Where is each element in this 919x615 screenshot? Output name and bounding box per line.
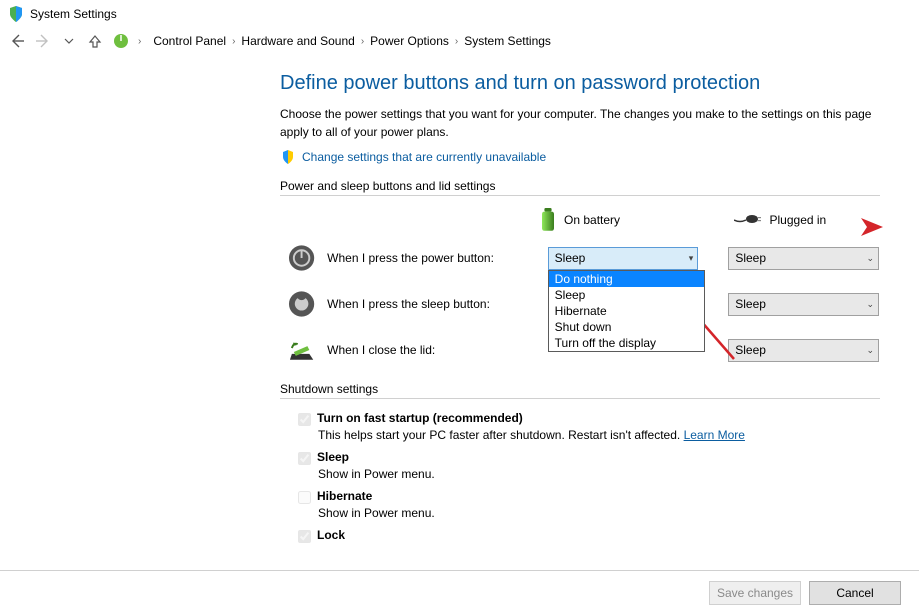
breadcrumb-sep-icon: › (138, 36, 141, 47)
power-button-row: When I press the power button: Sleep ▾ D… (280, 244, 879, 272)
uac-shield-icon (280, 149, 296, 165)
sleep-checkbox[interactable] (298, 452, 311, 465)
sleep-check-desc: Show in Power menu. (318, 467, 879, 481)
chevron-down-icon: ⌄ (866, 253, 874, 264)
shutdown-settings-section: Shutdown settings Turn on fast startup (… (280, 382, 879, 543)
lid-icon (288, 336, 315, 364)
dropdown-value: Sleep (735, 251, 766, 265)
breadcrumb-item[interactable]: Power Options (370, 34, 449, 48)
change-settings-row: Change settings that are currently unava… (280, 149, 879, 165)
save-changes-button[interactable]: Save changes (709, 581, 801, 605)
column-headers: On battery Plugged in (540, 208, 879, 232)
dropdown-list: Do nothing Sleep Hibernate Shut down Tur… (548, 270, 705, 352)
breadcrumb-sep: › (455, 36, 458, 47)
power-options-icon (112, 32, 130, 50)
lid-plugged-dropdown[interactable]: Sleep ⌄ (728, 339, 879, 362)
footer-bar: Save changes Cancel (0, 570, 919, 615)
power-button-icon (288, 244, 315, 272)
lock-check-label: Lock (317, 528, 345, 542)
recent-dropdown[interactable] (60, 32, 78, 50)
section-shutdown-label: Shutdown settings (280, 382, 879, 396)
divider (280, 195, 880, 196)
power-button-battery-dropdown[interactable]: Sleep ▾ Do nothing Sleep Hibernate Shut … (548, 247, 699, 270)
plugged-in-header: Plugged in (734, 213, 880, 227)
power-button-label: When I press the power button: (327, 251, 536, 265)
hibernate-checkbox[interactable] (298, 491, 311, 504)
back-button[interactable] (8, 32, 26, 50)
fast-startup-checkbox[interactable] (298, 413, 311, 426)
hibernate-check-desc: Show in Power menu. (318, 506, 879, 520)
section-power-label: Power and sleep buttons and lid settings (280, 179, 879, 193)
dropdown-option[interactable]: Do nothing (549, 271, 704, 287)
chevron-down-icon: ▾ (689, 253, 694, 264)
breadcrumb-item[interactable]: Hardware and Sound (241, 34, 354, 48)
hibernate-check-row: Hibernate (298, 489, 879, 504)
content-area: Define power buttons and turn on passwor… (0, 54, 919, 543)
lid-label: When I close the lid: (327, 343, 536, 357)
page-description: Choose the power settings that you want … (280, 105, 879, 141)
plugged-in-label: Plugged in (770, 213, 827, 227)
power-button-plugged-dropdown[interactable]: Sleep ⌄ (728, 247, 879, 270)
divider (280, 398, 880, 399)
lock-check-row: Lock (298, 528, 879, 543)
on-battery-header: On battery (540, 208, 686, 232)
breadcrumb: Control Panel › Hardware and Sound › Pow… (153, 34, 551, 48)
chevron-down-icon: ⌄ (866, 299, 874, 310)
dropdown-option[interactable]: Sleep (549, 287, 704, 303)
forward-button[interactable] (34, 32, 52, 50)
breadcrumb-sep: › (361, 36, 364, 47)
window-title: System Settings (30, 7, 117, 21)
breadcrumb-item[interactable]: System Settings (464, 34, 551, 48)
change-settings-link[interactable]: Change settings that are currently unava… (302, 150, 546, 164)
sleep-check-row: Sleep (298, 450, 879, 465)
window-titlebar: System Settings (0, 0, 919, 28)
learn-more-link[interactable]: Learn More (684, 428, 745, 442)
plug-icon (734, 213, 762, 227)
hibernate-check-label: Hibernate (317, 489, 372, 503)
sleep-button-icon (288, 290, 315, 318)
chevron-down-icon: ⌄ (866, 345, 874, 356)
battery-icon (540, 208, 556, 232)
sleep-button-label: When I press the sleep button: (327, 297, 536, 311)
page-title: Define power buttons and turn on passwor… (280, 72, 879, 95)
lock-checkbox[interactable] (298, 530, 311, 543)
cancel-button[interactable]: Cancel (809, 581, 901, 605)
dropdown-option[interactable]: Hibernate (549, 303, 704, 319)
fast-startup-label: Turn on fast startup (recommended) (317, 411, 523, 425)
on-battery-label: On battery (564, 213, 620, 227)
dropdown-value: Sleep (735, 343, 766, 357)
breadcrumb-item[interactable]: Control Panel (153, 34, 226, 48)
shield-icon (8, 6, 24, 22)
fast-startup-desc: This helps start your PC faster after sh… (318, 428, 879, 442)
dropdown-option[interactable]: Shut down (549, 319, 704, 335)
fast-startup-row: Turn on fast startup (recommended) (298, 411, 879, 426)
dropdown-value: Sleep (735, 297, 766, 311)
sleep-check-label: Sleep (317, 450, 349, 464)
breadcrumb-sep: › (232, 36, 235, 47)
dropdown-option[interactable]: Turn off the display (549, 335, 704, 351)
up-button[interactable] (86, 32, 104, 50)
navigation-bar: › Control Panel › Hardware and Sound › P… (0, 28, 919, 54)
dropdown-value: Sleep (555, 251, 586, 265)
sleep-button-plugged-dropdown[interactable]: Sleep ⌄ (728, 293, 879, 316)
